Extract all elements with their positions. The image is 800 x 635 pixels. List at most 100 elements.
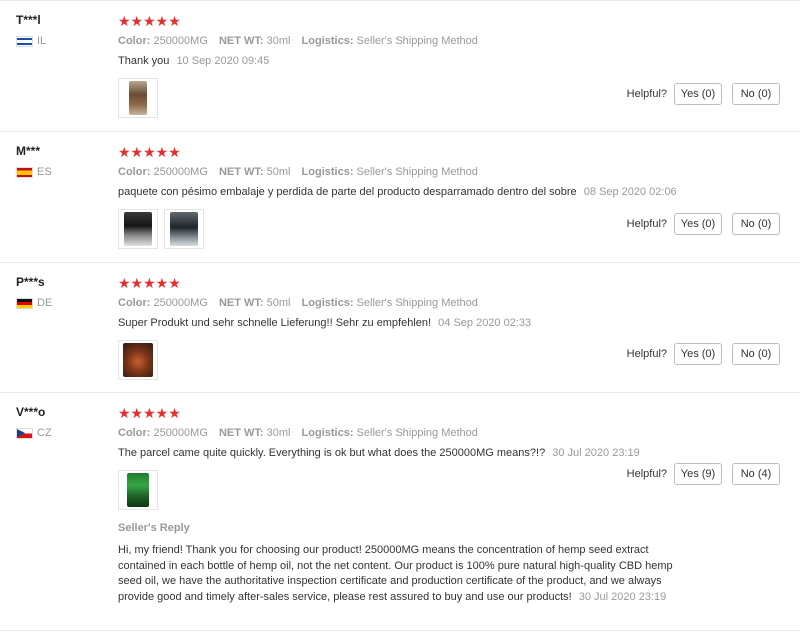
buyer-country: IL <box>16 34 106 48</box>
review-date: 08 Sep 2020 02:06 <box>583 186 677 198</box>
country-code: ES <box>37 166 52 178</box>
review-list: T***l IL ★★★★★ Color: 250000MG NET WT: 3… <box>0 0 800 635</box>
helpful-yes-button[interactable]: Yes (0) <box>674 213 722 235</box>
review-date: 10 Sep 2020 09:45 <box>176 55 270 67</box>
review-attributes: Color: 250000MG NET WT: 50ml Logistics: … <box>118 165 780 179</box>
seller-reply-date: 30 Jul 2020 23:19 <box>578 590 667 603</box>
star-rating: ★★★★★ <box>118 144 181 160</box>
net-wt-value: 30ml <box>266 35 291 47</box>
review-item: T***l IL ★★★★★ Color: 250000MG NET WT: 3… <box>0 1 800 132</box>
buyer-info: T***l IL <box>16 13 106 48</box>
star-rating: ★★★★★ <box>118 405 181 421</box>
logistics-value: Seller's Shipping Method <box>356 35 478 47</box>
helpful-label: Helpful? <box>626 218 667 230</box>
seller-reply: Seller's Reply Hi, my friend! Thank you … <box>118 521 678 605</box>
review-photo-icon <box>124 212 152 246</box>
review-photo-thumbnail[interactable] <box>164 209 204 249</box>
logistics-value: Seller's Shipping Method <box>356 166 478 178</box>
feedback-text: Thank you <box>118 55 170 67</box>
review-item: P***s DE ★★★★★ Color: 250000MG NET WT: 5… <box>0 263 800 393</box>
feedback-text: Super Produkt und sehr schnelle Lieferun… <box>118 317 432 329</box>
buyer-info: M*** ES <box>16 144 106 179</box>
color-value: 250000MG <box>153 35 208 47</box>
color-label: Color: <box>118 35 151 47</box>
logistics-label: Logistics: <box>301 35 354 47</box>
buyer-info: V***o CZ <box>16 405 106 440</box>
israel-flag-icon <box>16 35 33 47</box>
helpful-label: Helpful? <box>626 468 667 480</box>
review-attributes: Color: 250000MG NET WT: 50ml Logistics: … <box>118 296 780 310</box>
review-photo-icon <box>123 343 153 377</box>
review-photo-icon <box>170 212 198 246</box>
seller-reply-body: Hi, my friend! Thank you for choosing ou… <box>118 543 678 605</box>
logistics-label: Logistics: <box>301 427 354 439</box>
color-value: 250000MG <box>153 166 208 178</box>
spain-flag-icon <box>16 166 33 178</box>
helpful-yes-button[interactable]: Yes (9) <box>674 463 722 485</box>
net-wt-label: NET WT: <box>218 166 264 178</box>
review-photo-thumbnail[interactable] <box>118 209 158 249</box>
helpful-label: Helpful? <box>626 348 667 360</box>
color-value: 250000MG <box>153 297 208 309</box>
review-photo-icon <box>129 81 147 115</box>
review-feedback: The parcel came quite quickly. Everythin… <box>118 446 780 460</box>
review-item: V***o CZ ★★★★★ Color: 250000MG NET WT: 3… <box>0 393 800 631</box>
helpful-vote: Helpful? Yes (0) No (0) <box>627 213 780 235</box>
review-attributes: Color: 250000MG NET WT: 30ml Logistics: … <box>118 426 780 440</box>
buyer-info: P***s DE <box>16 275 106 310</box>
color-value: 250000MG <box>153 427 208 439</box>
logistics-label: Logistics: <box>301 297 354 309</box>
review-attributes: Color: 250000MG NET WT: 30ml Logistics: … <box>118 34 780 48</box>
helpful-no-button[interactable]: No (0) <box>732 343 780 365</box>
color-label: Color: <box>118 297 151 309</box>
feedback-text: The parcel came quite quickly. Everythin… <box>118 447 546 459</box>
buyer-country: CZ <box>16 426 106 440</box>
helpful-vote: Helpful? Yes (9) No (4) <box>627 463 780 485</box>
color-label: Color: <box>118 166 151 178</box>
helpful-no-button[interactable]: No (0) <box>732 83 780 105</box>
logistics-value: Seller's Shipping Method <box>356 427 478 439</box>
buyer-name: T***l <box>16 13 41 27</box>
seller-reply-title: Seller's Reply <box>118 522 190 534</box>
net-wt-value: 50ml <box>266 297 291 309</box>
helpful-vote: Helpful? Yes (0) No (0) <box>627 83 780 105</box>
review-feedback: Super Produkt und sehr schnelle Lieferun… <box>118 316 780 330</box>
country-code: CZ <box>37 427 52 439</box>
review-photo-icon <box>127 473 149 507</box>
star-rating: ★★★★★ <box>118 13 181 29</box>
review-photo-thumbnail[interactable] <box>118 470 158 510</box>
czech-flag-icon <box>16 427 33 439</box>
logistics-label: Logistics: <box>301 166 354 178</box>
net-wt-label: NET WT: <box>218 297 264 309</box>
logistics-value: Seller's Shipping Method <box>356 297 478 309</box>
buyer-name: M*** <box>16 144 41 158</box>
helpful-yes-button[interactable]: Yes (0) <box>674 83 722 105</box>
buyer-name: V***o <box>16 405 46 419</box>
buyer-name: P***s <box>16 275 45 289</box>
helpful-label: Helpful? <box>626 88 667 100</box>
country-code: DE <box>37 297 53 309</box>
review-date: 30 Jul 2020 23:19 <box>552 447 640 459</box>
helpful-yes-button[interactable]: Yes (0) <box>674 343 722 365</box>
net-wt-label: NET WT: <box>218 35 264 47</box>
feedback-text: paquete con pésimo embalaje y perdida de… <box>118 186 577 198</box>
buyer-country: DE <box>16 296 106 310</box>
review-item: M*** ES ★★★★★ Color: 250000MG NET WT: 50… <box>0 132 800 263</box>
review-photo-thumbnail[interactable] <box>118 78 158 118</box>
helpful-no-button[interactable]: No (0) <box>732 213 780 235</box>
helpful-no-button[interactable]: No (4) <box>732 463 780 485</box>
germany-flag-icon <box>16 297 33 309</box>
country-code: IL <box>37 35 47 47</box>
helpful-vote: Helpful? Yes (0) No (0) <box>627 343 780 365</box>
review-content: ★★★★★ Color: 250000MG NET WT: 30ml Logis… <box>118 405 780 605</box>
review-date: 04 Sep 2020 02:33 <box>438 317 532 329</box>
net-wt-value: 30ml <box>266 427 291 439</box>
net-wt-label: NET WT: <box>218 427 264 439</box>
net-wt-value: 50ml <box>266 166 291 178</box>
buyer-country: ES <box>16 165 106 179</box>
color-label: Color: <box>118 427 151 439</box>
star-rating: ★★★★★ <box>118 275 181 291</box>
review-feedback: Thank you 10 Sep 2020 09:45 <box>118 54 780 68</box>
review-feedback: paquete con pésimo embalaje y perdida de… <box>118 185 780 199</box>
review-photo-thumbnail[interactable] <box>118 340 158 380</box>
